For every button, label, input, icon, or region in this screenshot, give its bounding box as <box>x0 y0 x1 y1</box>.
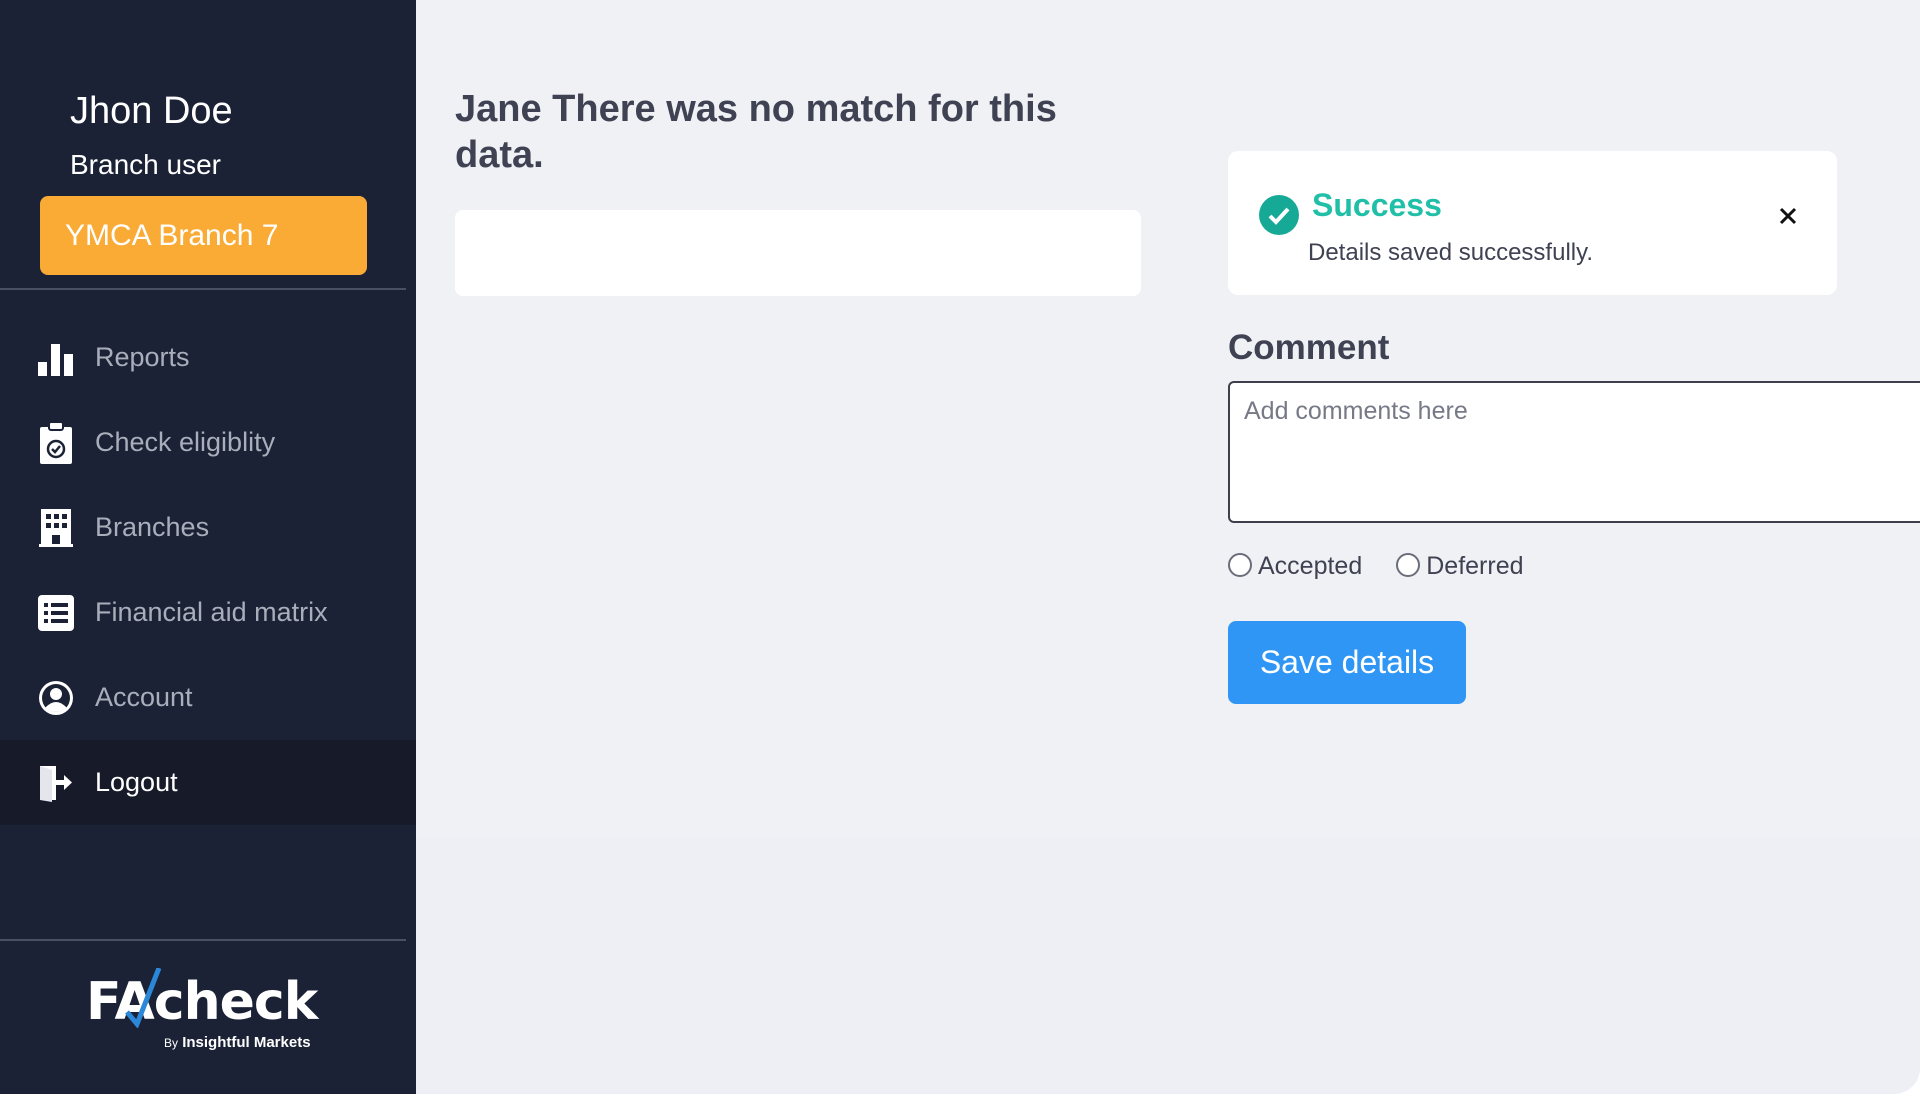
branch-button[interactable]: YMCA Branch 7 <box>40 196 367 275</box>
accepted-radio-option[interactable]: Accepted <box>1228 552 1362 581</box>
match-result-box <box>455 210 1141 296</box>
sidebar-item-logout[interactable]: Logout <box>0 740 416 825</box>
page-heading: Jane There was no match for this data. <box>455 88 1057 176</box>
user-role: Branch user <box>70 149 221 180</box>
comment-textarea[interactable] <box>1228 381 1920 523</box>
logo-check-mark-icon <box>125 968 161 1028</box>
sidebar-item-label: Branches <box>95 512 210 542</box>
deferred-label: Deferred <box>1426 552 1524 580</box>
user-circle-icon <box>38 678 74 718</box>
sidebar-item-label: Account <box>95 682 193 712</box>
sidebar-divider-top <box>0 288 406 290</box>
sidebar-divider-bottom <box>0 939 406 941</box>
save-details-button[interactable]: Save details <box>1228 621 1466 704</box>
sidebar-item-reports[interactable]: Reports <box>0 315 416 400</box>
sidebar-item-account[interactable]: Account <box>0 655 416 740</box>
bar-chart-icon <box>38 338 74 378</box>
close-icon[interactable] <box>1773 201 1803 231</box>
accepted-label: Accepted <box>1258 552 1363 580</box>
comment-label: Comment <box>1228 328 1390 367</box>
logout-icon <box>38 763 74 803</box>
success-toast: Success Details saved successfully. <box>1228 151 1837 295</box>
sidebar-item-label: Financial aid matrix <box>95 597 328 627</box>
deferred-radio[interactable] <box>1396 552 1421 577</box>
app-window: Jhon Doe Branch user YMCA Branch 7 Repor… <box>0 0 1920 1094</box>
logo-tagline: By Insightful Markets <box>164 1034 311 1051</box>
accepted-radio[interactable] <box>1228 552 1252 577</box>
deferred-radio-option[interactable]: Deferred <box>1396 552 1524 581</box>
sidebar-item-financial-aid-matrix[interactable]: Financial aid matrix <box>0 570 416 655</box>
list-icon <box>38 593 74 633</box>
clipboard-check-icon <box>38 420 74 464</box>
sidebar-item-label: Reports <box>95 342 190 372</box>
toast-message: Details saved successfully. <box>1308 239 1593 266</box>
sidebar-nav: Reports Check eligiblity Branches Financ… <box>0 315 416 825</box>
sidebar-item-check-eligibility[interactable]: Check eligiblity <box>0 400 416 485</box>
sidebar-item-branches[interactable]: Branches <box>0 485 416 570</box>
toast-title: Success <box>1312 187 1442 223</box>
status-radio-group: Accepted Deferred <box>1228 552 1558 581</box>
sidebar-item-label: Check eligiblity <box>95 427 276 457</box>
sidebar: Jhon Doe Branch user YMCA Branch 7 Repor… <box>0 0 416 1094</box>
facheck-logo: FAcheck By Insightful Markets <box>86 968 318 1051</box>
building-icon <box>38 508 74 548</box>
user-name: Jhon Doe <box>70 90 233 132</box>
check-circle-icon <box>1259 195 1299 235</box>
sidebar-item-label: Logout <box>95 767 178 797</box>
